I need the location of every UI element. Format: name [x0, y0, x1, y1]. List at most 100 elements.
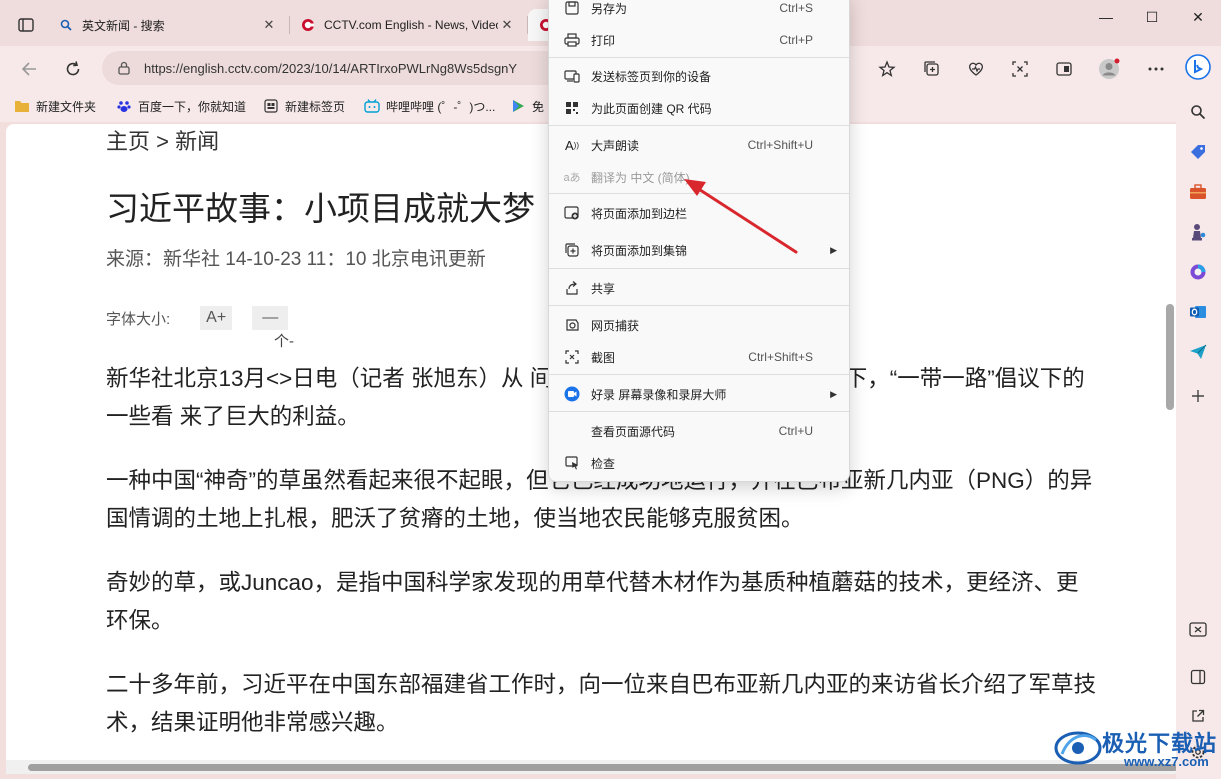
- sidebar-shopping-button[interactable]: [1186, 140, 1210, 164]
- sidebar-tools-button[interactable]: [1186, 180, 1210, 204]
- more-dots-icon: [1148, 67, 1164, 71]
- minimize-button[interactable]: —: [1083, 0, 1129, 34]
- menu-item-label: 打印: [591, 33, 616, 48]
- profile-button[interactable]: [1094, 54, 1124, 84]
- more-menu-button[interactable]: [1141, 54, 1171, 84]
- newtab-icon: [263, 98, 279, 114]
- split-screen-button[interactable]: [1049, 54, 1079, 84]
- qr-icon: [563, 99, 581, 117]
- sidebar-m365-button[interactable]: [1186, 260, 1210, 284]
- close-window-button[interactable]: ✕: [1175, 0, 1221, 34]
- font-size-increase-button[interactable]: A+: [200, 306, 233, 330]
- address-bar[interactable]: https://english.cctv.com/2023/10/14/ARTI…: [102, 51, 562, 85]
- menu-divider: [549, 411, 849, 412]
- menu-item-label: 大声朗读: [591, 138, 640, 153]
- context-menu: 另存为 Ctrl+S 打印 Ctrl+P 发送标签页到你的设备 为此页面创建 Q…: [548, 0, 850, 482]
- sidebar-add-icon: [563, 204, 581, 222]
- menu-item-inspect[interactable]: 检查: [549, 448, 849, 478]
- maximize-button[interactable]: ☐: [1129, 0, 1175, 34]
- tab-title: 英文新闻 - 搜索: [82, 18, 165, 33]
- menu-divider: [549, 268, 849, 269]
- plus-icon: [1192, 390, 1204, 402]
- toolbox-icon: [1190, 184, 1206, 199]
- tab-search[interactable]: 英文新闻 - 搜索 ✕: [48, 9, 288, 41]
- tab-title: CCTV.com English - News, Video: [324, 18, 498, 32]
- edge-sidebar: [1176, 90, 1221, 779]
- web-capture-icon: [1012, 61, 1028, 77]
- menu-item-add-to-sidebar[interactable]: 将页面添加到边栏: [549, 198, 849, 228]
- tab-cctv[interactable]: CCTV.com English - News, Video ✕: [290, 9, 526, 41]
- font-size-hint: 个-: [274, 333, 294, 350]
- favorites-add-button[interactable]: [872, 54, 902, 84]
- bing-icon: [1185, 54, 1211, 80]
- sidebar-hide-button[interactable]: [1186, 665, 1210, 689]
- menu-item-screenshot[interactable]: 截图 Ctrl+Shift+S: [549, 342, 849, 372]
- tab-actions-button[interactable]: [8, 12, 44, 38]
- menu-item-recorder[interactable]: 好录 屏幕录像和录屏大师 ▶: [549, 379, 849, 409]
- menu-item-shortcut: Ctrl+Shift+U: [747, 138, 813, 152]
- font-size-decrease-button[interactable]: —: [252, 306, 289, 330]
- sidebar-games-button[interactable]: [1186, 220, 1210, 244]
- bookmark-label: 免: [532, 99, 545, 114]
- menu-item-qr-code[interactable]: 为此页面创建 QR 代码: [549, 93, 849, 123]
- menu-item-label: 将页面添加到集锦: [591, 243, 688, 258]
- microsoft365-icon: [1190, 264, 1206, 280]
- article-paragraph: 二十多年前，习近平在中国东部福建省工作时，向一位来自巴布亚新几内亚的来访省长介绍…: [106, 672, 1097, 735]
- web-capture-button[interactable]: [1005, 54, 1035, 84]
- menu-item-shortcut: Ctrl+Shift+S: [748, 350, 813, 364]
- page-title: 习近平故事：小项目成就大梦: [106, 190, 535, 227]
- search-icon: [58, 17, 74, 33]
- menu-item-save-as[interactable]: 另存为 Ctrl+S: [549, 0, 849, 23]
- sidebar-drop-button[interactable]: [1186, 340, 1210, 364]
- bookmark-item[interactable]: 新建文件夹: [14, 97, 96, 115]
- tab-actions-icon: [18, 18, 34, 32]
- heart-pulse-icon: [968, 62, 984, 76]
- copilot-button[interactable]: [1183, 52, 1213, 82]
- sidebar-add-button[interactable]: [1186, 384, 1210, 408]
- breadcrumb[interactable]: 主页 > 新闻: [106, 124, 219, 156]
- sidebar-search-button[interactable]: [1186, 100, 1210, 124]
- split-screen-icon: [1056, 62, 1072, 76]
- search-icon: [1191, 105, 1206, 120]
- menu-item-add-to-collections[interactable]: 将页面添加到集锦 ▶: [549, 235, 849, 265]
- print-icon: [563, 31, 581, 49]
- collections-icon: [563, 241, 581, 259]
- recorder-icon: [563, 385, 581, 403]
- bookmark-label: 新建文件夹: [36, 99, 97, 114]
- refresh-button[interactable]: [58, 54, 88, 84]
- watermark-swirl-icon: [1054, 731, 1102, 765]
- menu-item-read-aloud[interactable]: A)) 大声朗读 Ctrl+Shift+U: [549, 130, 849, 160]
- menu-item-translate[interactable]: aあ 翻译为 中文 (简体): [549, 162, 849, 192]
- menu-divider: [549, 374, 849, 375]
- submenu-arrow-icon: ▶: [830, 388, 837, 399]
- menu-item-send-to-device[interactable]: 发送标签页到你的设备: [549, 61, 849, 91]
- menu-item-share[interactable]: 共享: [549, 273, 849, 303]
- menu-item-label: 截图: [591, 350, 616, 365]
- vertical-scrollbar[interactable]: [1166, 304, 1174, 410]
- bookmark-item[interactable]: 百度一下，你就知道: [116, 97, 246, 115]
- send-device-icon: [563, 67, 581, 85]
- font-size-controls: 字体大小: A+ —: [106, 306, 289, 330]
- menu-item-label: 查看页面源代码: [591, 424, 676, 439]
- tab-close-button[interactable]: ✕: [498, 17, 516, 33]
- menu-item-print[interactable]: 打印 Ctrl+P: [549, 25, 849, 55]
- health-button[interactable]: [961, 54, 991, 84]
- menu-item-web-capture[interactable]: 网页捕获: [549, 310, 849, 340]
- inspect-icon: [563, 454, 581, 472]
- sidebar-capture-button[interactable]: [1186, 618, 1210, 642]
- horizontal-scrollbar[interactable]: [28, 764, 1178, 771]
- back-button[interactable]: [14, 54, 44, 84]
- collections-button[interactable]: [917, 54, 947, 84]
- paper-plane-icon: [1190, 344, 1207, 359]
- menu-divider: [549, 57, 849, 58]
- bookmark-item[interactable]: 免: [510, 97, 544, 115]
- menu-item-label: 网页捕获: [591, 318, 640, 333]
- bilibili-icon: [364, 98, 380, 114]
- menu-item-shortcut: Ctrl+U: [778, 424, 813, 438]
- watermark-logo: 极光下载站 www.xz7.com: [1052, 722, 1220, 774]
- bookmark-item[interactable]: 新建标签页: [263, 97, 345, 115]
- tab-close-button[interactable]: ✕: [260, 17, 278, 33]
- sidebar-outlook-button[interactable]: [1186, 300, 1210, 324]
- menu-item-view-source[interactable]: 查看页面源代码 Ctrl+U: [549, 416, 849, 446]
- bookmark-item[interactable]: 哔哩哔哩 (゜-゜)つ...: [364, 97, 495, 115]
